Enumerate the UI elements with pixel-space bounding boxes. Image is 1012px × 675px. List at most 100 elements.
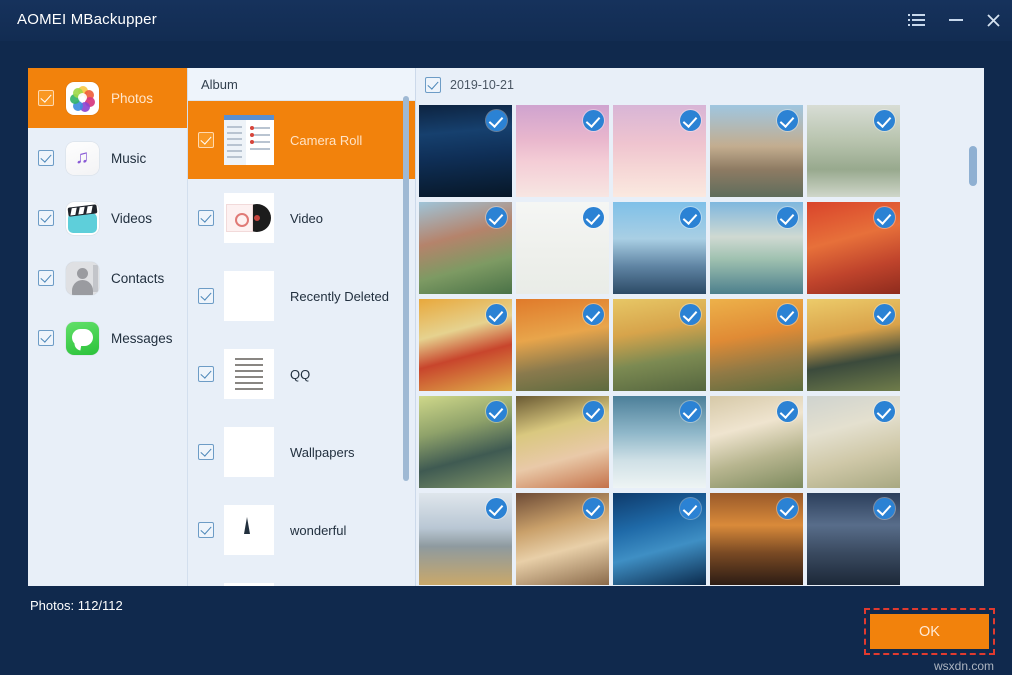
messages-icon	[66, 322, 99, 355]
photo-thumbnail[interactable]	[613, 202, 706, 294]
photo-thumbnail[interactable]	[613, 105, 706, 197]
sidebar-item-label: Contacts	[111, 271, 164, 286]
photo-selected-check-icon[interactable]	[486, 110, 507, 131]
photos-checkbox[interactable]	[38, 90, 54, 106]
contacts-icon	[66, 262, 99, 295]
sidebar-item-contacts[interactable]: Contacts	[28, 248, 187, 308]
album-item-next[interactable]	[188, 569, 415, 586]
sidebar-item-photos[interactable]: Photos	[28, 68, 187, 128]
photo-thumbnail[interactable]	[419, 299, 512, 391]
app-title: AOMEI MBackupper	[17, 11, 157, 28]
list-icon[interactable]	[905, 8, 931, 32]
photo-selected-check-icon[interactable]	[486, 304, 507, 325]
album-item-label: Camera Roll	[290, 133, 362, 148]
photo-thumbnail[interactable]	[710, 493, 803, 585]
photo-thumbnail[interactable]	[613, 493, 706, 585]
album-item-video[interactable]: Video	[188, 179, 415, 257]
photo-thumbnail[interactable]	[419, 493, 512, 585]
photo-selected-check-icon[interactable]	[874, 401, 895, 422]
photo-selected-check-icon[interactable]	[777, 401, 798, 422]
minimize-icon[interactable]	[943, 8, 969, 32]
watermark-text: wsxdn.com	[934, 659, 994, 673]
photo-thumbnail[interactable]	[710, 299, 803, 391]
album-checkbox[interactable]	[198, 444, 214, 460]
photo-selected-check-icon[interactable]	[874, 110, 895, 131]
photo-selected-check-icon[interactable]	[777, 207, 798, 228]
contacts-checkbox[interactable]	[38, 270, 54, 286]
album-item-recently-deleted[interactable]: Recently Deleted	[188, 257, 415, 335]
photo-selected-check-icon[interactable]	[874, 207, 895, 228]
photo-thumbnail[interactable]	[807, 105, 900, 197]
sidebar-item-videos[interactable]: Videos	[28, 188, 187, 248]
photo-thumbnail[interactable]	[613, 396, 706, 488]
photo-thumbnail[interactable]	[807, 396, 900, 488]
date-group-checkbox[interactable]	[425, 77, 441, 93]
photo-grid-panel: 2019-10-21	[416, 68, 984, 586]
photo-selected-check-icon[interactable]	[680, 401, 701, 422]
album-checkbox[interactable]	[198, 522, 214, 538]
photo-grid-scrollbar[interactable]	[969, 146, 977, 186]
photo-thumbnail[interactable]	[710, 202, 803, 294]
messages-checkbox[interactable]	[38, 330, 54, 346]
album-item-camera-roll[interactable]: Camera Roll	[188, 101, 415, 179]
sidebar-item-messages[interactable]: Messages	[28, 308, 187, 368]
photo-selected-check-icon[interactable]	[583, 110, 604, 131]
photo-selected-check-icon[interactable]	[583, 207, 604, 228]
album-item-wonderful[interactable]: wonderful	[188, 491, 415, 569]
sidebar-item-music[interactable]: ♫ Music	[28, 128, 187, 188]
photo-selected-check-icon[interactable]	[874, 304, 895, 325]
photo-thumbnail[interactable]	[807, 202, 900, 294]
photo-selected-check-icon[interactable]	[486, 401, 507, 422]
album-checkbox[interactable]	[198, 288, 214, 304]
album-item-wallpapers[interactable]: Wallpapers	[188, 413, 415, 491]
photo-selected-check-icon[interactable]	[583, 498, 604, 519]
music-checkbox[interactable]	[38, 150, 54, 166]
photo-selected-check-icon[interactable]	[777, 110, 798, 131]
photo-thumbnail[interactable]	[807, 299, 900, 391]
album-scrollbar[interactable]	[403, 96, 409, 481]
photo-thumbnail[interactable]	[613, 299, 706, 391]
album-thumbnail	[224, 115, 274, 165]
album-checkbox[interactable]	[198, 366, 214, 382]
photo-thumbnail[interactable]	[516, 105, 609, 197]
close-icon[interactable]	[980, 8, 1006, 32]
date-group-header[interactable]: 2019-10-21	[416, 68, 984, 96]
album-item-label: QQ	[290, 367, 310, 382]
photo-thumbnail[interactable]	[710, 105, 803, 197]
photo-thumbnail[interactable]	[419, 105, 512, 197]
photo-selected-check-icon[interactable]	[583, 304, 604, 325]
photo-selected-check-icon[interactable]	[583, 401, 604, 422]
photo-thumbnail[interactable]	[516, 202, 609, 294]
title-bar: AOMEI MBackupper	[0, 0, 1012, 41]
photo-selected-check-icon[interactable]	[486, 207, 507, 228]
photo-selected-check-icon[interactable]	[680, 498, 701, 519]
album-checkbox[interactable]	[198, 132, 214, 148]
album-item-qq[interactable]: QQ	[188, 335, 415, 413]
photo-thumbnail[interactable]	[516, 493, 609, 585]
photo-thumbnail[interactable]	[807, 493, 900, 585]
album-item-label: wonderful	[290, 523, 346, 538]
photo-selected-check-icon[interactable]	[680, 304, 701, 325]
photo-selected-check-icon[interactable]	[777, 304, 798, 325]
photo-thumbnail[interactable]	[516, 299, 609, 391]
photo-selected-check-icon[interactable]	[874, 498, 895, 519]
photo-selected-check-icon[interactable]	[680, 207, 701, 228]
photo-selected-check-icon[interactable]	[777, 498, 798, 519]
videos-checkbox[interactable]	[38, 210, 54, 226]
photo-thumbnail[interactable]	[419, 202, 512, 294]
date-group-label: 2019-10-21	[450, 78, 514, 92]
photo-grid	[419, 105, 984, 586]
ok-button[interactable]: OK	[870, 614, 989, 649]
photo-selected-check-icon[interactable]	[680, 110, 701, 131]
photo-thumbnail[interactable]	[710, 396, 803, 488]
sidebar-item-label: Messages	[111, 331, 173, 346]
album-checkbox[interactable]	[198, 210, 214, 226]
album-list[interactable]: Camera Roll Video Recently Deleted	[188, 101, 415, 586]
photo-thumbnail[interactable]	[516, 396, 609, 488]
photo-thumbnail[interactable]	[419, 396, 512, 488]
photo-selected-check-icon[interactable]	[486, 498, 507, 519]
album-thumbnail	[224, 349, 274, 399]
ok-button-highlight: OK	[864, 608, 995, 655]
album-header-label: Album	[201, 77, 238, 92]
album-item-label: Video	[290, 211, 323, 226]
